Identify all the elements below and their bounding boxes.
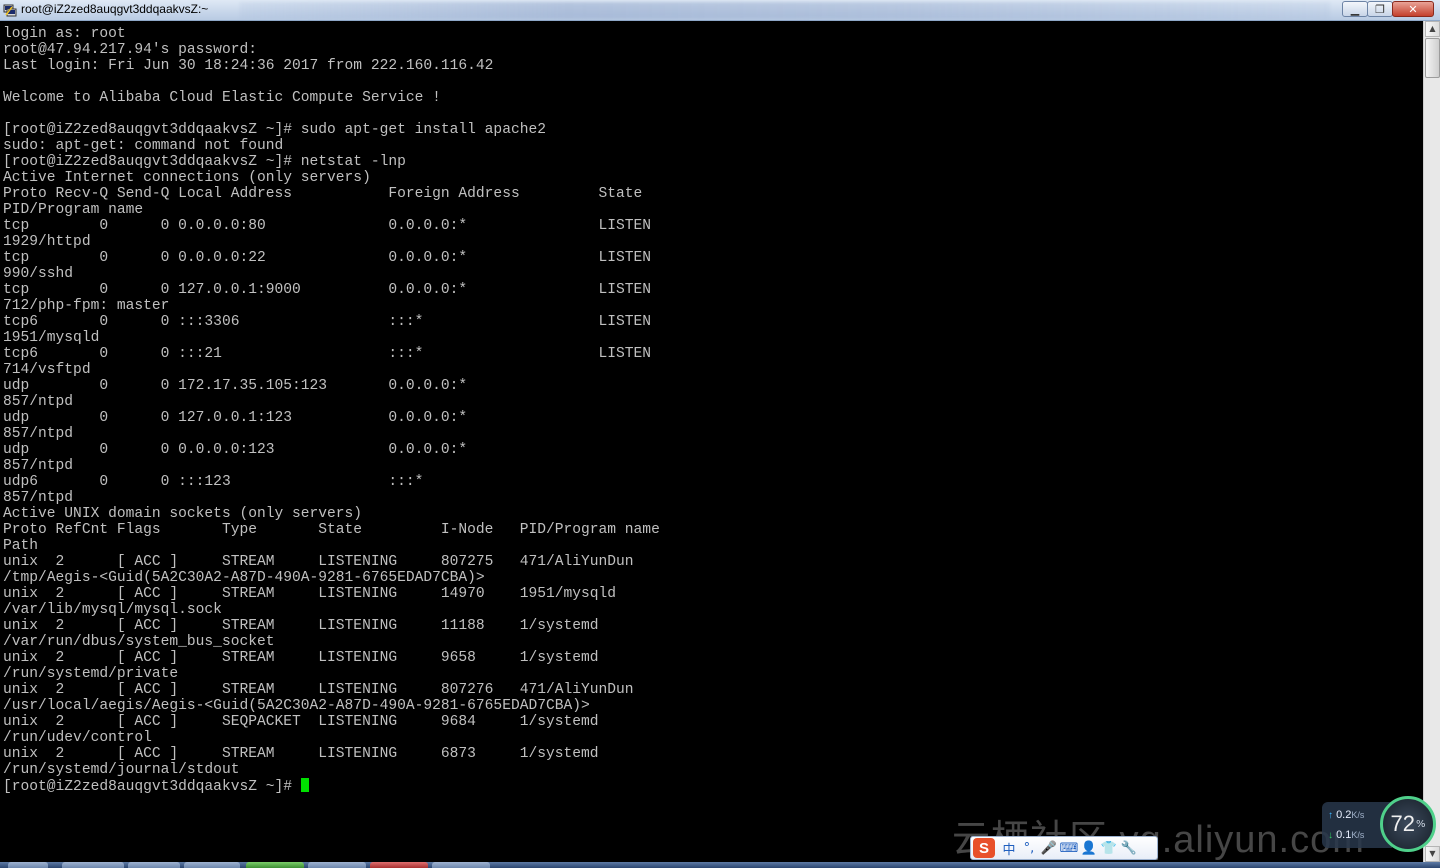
blurred-region xyxy=(240,2,1330,19)
terminal-line: tcp6 0 0 :::3306 :::* LISTEN xyxy=(3,314,652,330)
terminal-line: udp 0 0 172.17.35.105:123 0.0.0.0:* xyxy=(3,378,468,394)
close-button[interactable]: ✕ xyxy=(1392,1,1434,17)
terminal-line: sudo: apt-get: command not found xyxy=(3,138,284,154)
terminal-line: udp 0 0 0.0.0.0:123 0.0.0.0:* xyxy=(3,442,468,458)
terminal-line: Path xyxy=(3,538,39,554)
terminal-line: /var/run/dbus/system_bus_socket xyxy=(3,634,275,650)
terminal-line: unix 2 [ ACC ] SEQPACKET LISTENING 9684 … xyxy=(3,714,599,730)
terminal-line: 714/vsftpd xyxy=(3,362,91,378)
terminal-line: 712/php-fpm: master xyxy=(3,298,170,314)
terminal-prompt-line[interactable]: [root@iZ2zed8auqgvt3ddqaakvsZ ~]# xyxy=(3,778,1423,795)
terminal-line: /run/udev/control xyxy=(3,730,152,746)
taskbar-item[interactable] xyxy=(308,862,366,868)
terminal-line: /usr/local/aegis/Aegis-<Guid(5A2C30A2-A8… xyxy=(3,698,590,714)
scrollbar-thumb[interactable] xyxy=(1425,38,1440,78)
terminal-prompt: [root@iZ2zed8auqgvt3ddqaakvsZ ~]# xyxy=(3,779,301,795)
download-speed-value: 0.1 xyxy=(1336,829,1352,841)
upload-arrow-icon: ↑ xyxy=(1328,810,1333,821)
terminal-line: Last login: Fri Jun 30 18:24:36 2017 fro… xyxy=(3,58,494,74)
taskbar-item[interactable] xyxy=(184,862,240,868)
user-icon[interactable]: 👤 xyxy=(1079,838,1099,858)
ime-chinese-mode-button[interactable]: 中 xyxy=(999,838,1019,858)
terminal-line: unix 2 [ ACC ] STREAM LISTENING 6873 1/s… xyxy=(3,746,599,762)
taskbar-item[interactable] xyxy=(62,862,124,868)
window-controls: ▁ ❐ ✕ xyxy=(1342,1,1434,18)
network-speed-widget[interactable]: ↑ 0.2K/s ↓ 0.1K/s 72% xyxy=(1322,796,1438,858)
terminal-line: 857/ntpd xyxy=(3,426,74,442)
upload-speed-value: 0.2 xyxy=(1336,809,1352,821)
sogou-ime-logo-icon[interactable]: S xyxy=(973,838,995,858)
scroll-up-button[interactable]: ▲ xyxy=(1425,21,1440,37)
terminal-line: [root@iZ2zed8auqgvt3ddqaakvsZ ~]# netsta… xyxy=(3,154,406,170)
terminal-line: Proto RefCnt Flags Type State I-Node PID… xyxy=(3,522,660,538)
putty-app-icon[interactable] xyxy=(3,3,17,17)
terminal-line: 1951/mysqld xyxy=(3,330,100,346)
download-arrow-icon: ↓ xyxy=(1328,830,1333,841)
terminal-line: /run/systemd/journal/stdout xyxy=(3,762,240,778)
terminal-line: 1929/httpd xyxy=(3,234,91,250)
terminal-line: tcp 0 0 0.0.0.0:80 0.0.0.0:* LISTEN xyxy=(3,218,652,234)
terminal-output: login as: root root@47.94.217.94's passwo… xyxy=(0,21,1423,795)
terminal-window[interactable]: login as: root root@47.94.217.94's passwo… xyxy=(0,21,1423,862)
terminal-line: unix 2 [ ACC ] STREAM LISTENING 11188 1/… xyxy=(3,618,599,634)
terminal-line: unix 2 [ ACC ] STREAM LISTENING 14970 19… xyxy=(3,586,617,602)
terminal-cursor xyxy=(300,778,309,792)
terminal-line: unix 2 [ ACC ] STREAM LISTENING 9658 1/s… xyxy=(3,650,599,666)
terminal-line: /tmp/Aegis-<Guid(5A2C30A2-A87D-490A-9281… xyxy=(3,570,485,586)
terminal-line: 857/ntpd xyxy=(3,458,74,474)
ime-toolbar[interactable]: S 中 °, 🎤 ⌨ 👤 👕 🔧 xyxy=(970,836,1158,860)
terminal-line: [root@iZ2zed8auqgvt3ddqaakvsZ ~]# sudo a… xyxy=(3,122,546,138)
vertical-scrollbar[interactable]: ▲ ▼ xyxy=(1423,21,1440,862)
terminal-line: /var/lib/mysql/mysql.sock xyxy=(3,602,222,618)
terminal-line: 857/ntpd xyxy=(3,394,74,410)
upload-speed-unit: K/s xyxy=(1351,810,1365,820)
taskbar-item[interactable] xyxy=(246,862,304,868)
keyboard-icon[interactable]: ⌨ xyxy=(1059,838,1079,858)
terminal-line: 990/sshd xyxy=(3,266,74,282)
terminal-line: unix 2 [ ACC ] STREAM LISTENING 807275 4… xyxy=(3,554,634,570)
terminal-line: udp 0 0 127.0.0.1:123 0.0.0.0:* xyxy=(3,410,468,426)
terminal-line: Active Internet connections (only server… xyxy=(3,170,371,186)
taskbar-item[interactable] xyxy=(432,862,490,868)
terminal-line: Welcome to Alibaba Cloud Elastic Compute… xyxy=(3,90,441,106)
maximize-button[interactable]: ❐ xyxy=(1367,1,1393,17)
ime-punctuation-button[interactable]: °, xyxy=(1019,838,1039,858)
upload-speed-row: ↑ 0.2K/s xyxy=(1328,809,1364,821)
download-speed-row: ↓ 0.1K/s xyxy=(1328,829,1364,841)
terminal-line: login as: root xyxy=(3,26,126,42)
taskbar-item[interactable] xyxy=(128,862,180,868)
terminal-line: 857/ntpd xyxy=(3,490,74,506)
terminal-line: Proto Recv-Q Send-Q Local Address Foreig… xyxy=(3,186,643,202)
terminal-line: udp6 0 0 :::123 :::* xyxy=(3,474,424,490)
minimize-button[interactable]: ▁ xyxy=(1342,1,1368,17)
terminal-line: tcp6 0 0 :::21 :::* LISTEN xyxy=(3,346,652,362)
terminal-line: unix 2 [ ACC ] STREAM LISTENING 807276 4… xyxy=(3,682,634,698)
skin-icon[interactable]: 👕 xyxy=(1099,838,1119,858)
terminal-line: /run/systemd/private xyxy=(3,666,179,682)
terminal-line: tcp 0 0 127.0.0.1:9000 0.0.0.0:* LISTEN xyxy=(3,282,652,298)
wrench-icon[interactable]: 🔧 xyxy=(1119,838,1139,858)
terminal-line: Active UNIX domain sockets (only servers… xyxy=(3,506,363,522)
window-title: root@iZ2zed8auqgvt3ddqaakvsZ:~ xyxy=(21,2,209,16)
memory-usage-gauge[interactable]: 72% xyxy=(1380,796,1436,852)
terminal-line: root@47.94.217.94's password: xyxy=(3,42,257,58)
taskbar-start-button[interactable] xyxy=(8,862,48,868)
window-titlebar[interactable]: root@iZ2zed8auqgvt3ddqaakvsZ:~ ▁ ❐ ✕ xyxy=(0,0,1440,21)
taskbar-item[interactable] xyxy=(370,862,428,868)
gauge-percent-sign: % xyxy=(1415,818,1426,830)
terminal-line: tcp 0 0 0.0.0.0:22 0.0.0.0:* LISTEN xyxy=(3,250,652,266)
download-speed-unit: K/s xyxy=(1351,830,1365,840)
gauge-percent-value: 72 xyxy=(1390,811,1415,836)
terminal-line: PID/Program name xyxy=(3,202,144,218)
microphone-icon[interactable]: 🎤 xyxy=(1039,838,1059,858)
